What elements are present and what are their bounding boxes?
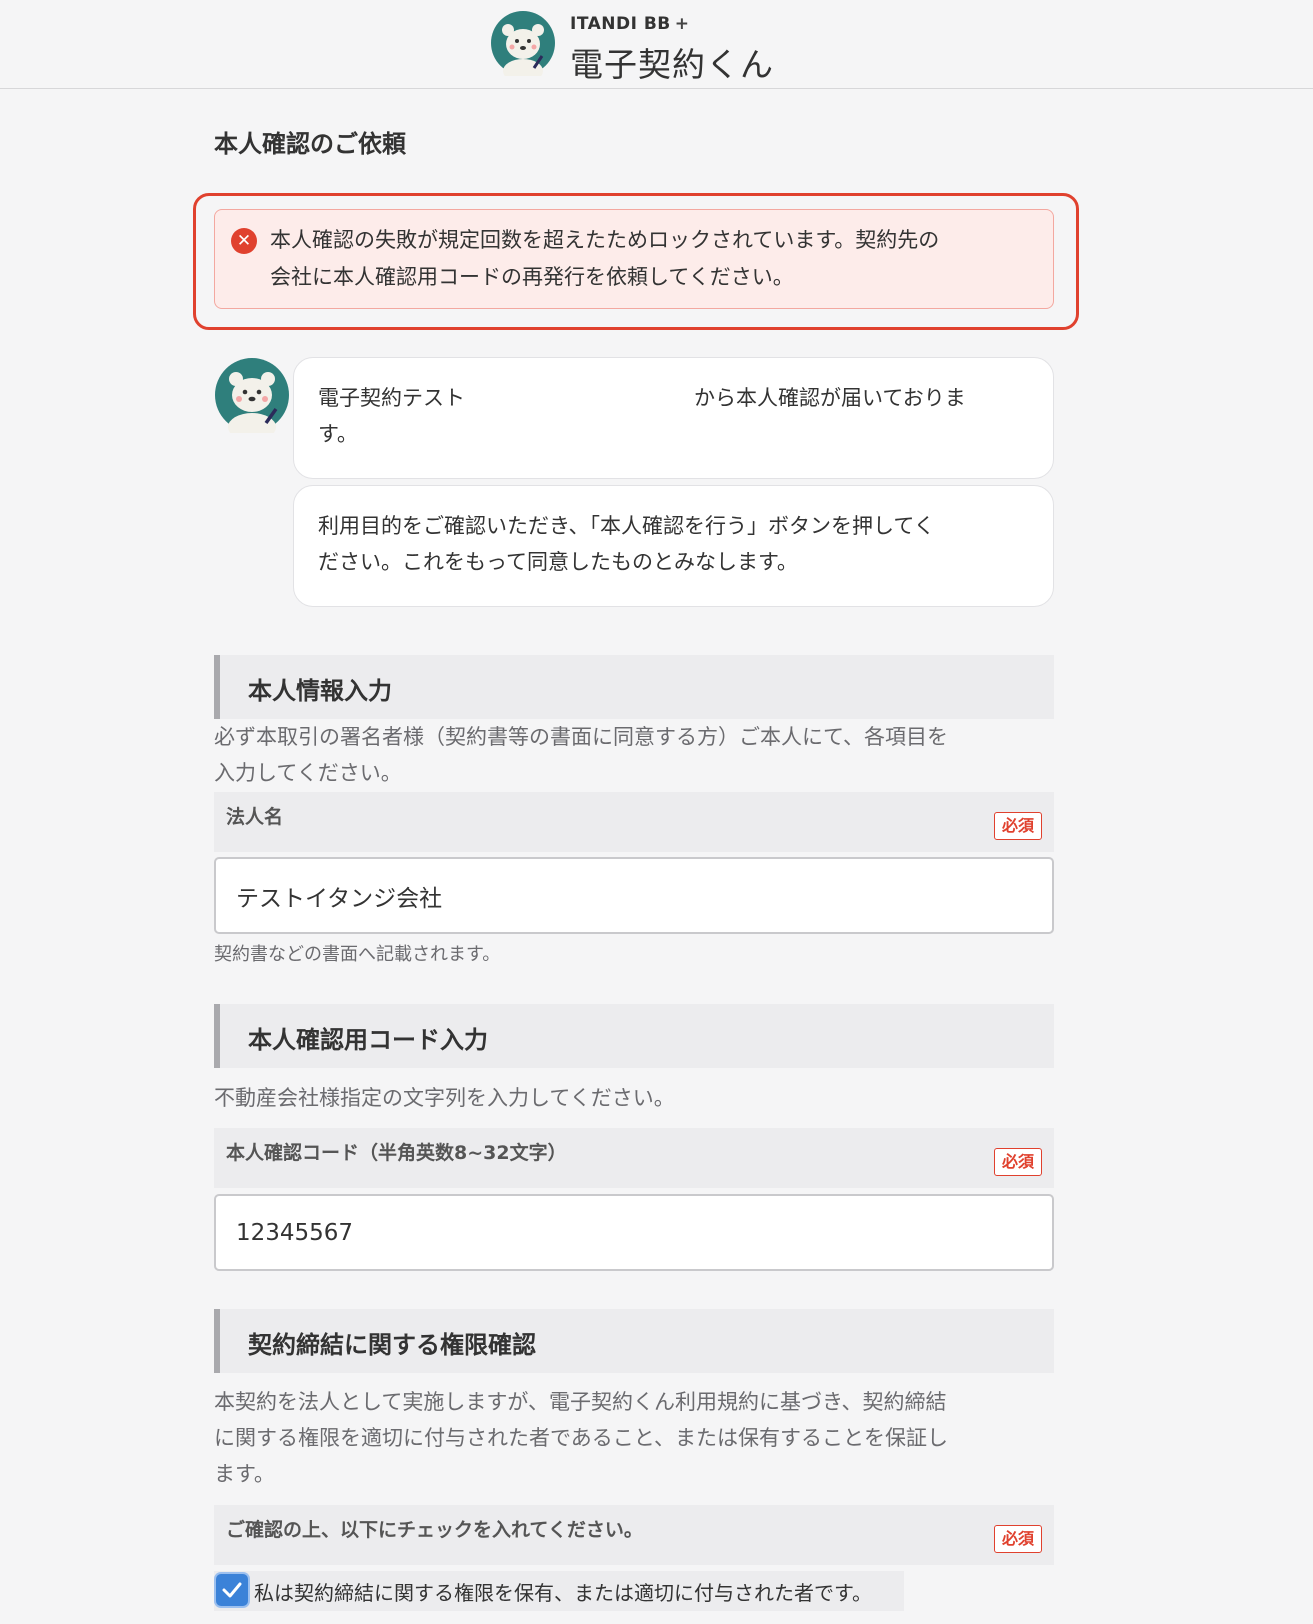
description-line: に関する権限を適切に付与された者であること、または保有することを保証し	[214, 1426, 948, 1450]
bubble-text: 電子契約テスト	[318, 386, 465, 410]
authority-checkbox-row[interactable]: 私は契約締結に関する権限を保有、または適切に付与された者です。	[214, 1571, 904, 1611]
bear-mascot-icon	[491, 11, 555, 76]
required-badge: 必須	[994, 812, 1042, 840]
section-title: 契約締結に関する権限確認	[248, 1331, 536, 1359]
alert-message: 本人確認の失敗が規定回数を超えたためロックされています。契約先の 会社に本人確認…	[270, 222, 1040, 296]
authority-checkbox[interactable]	[216, 1574, 248, 1606]
section-description: 不動産会社様指定の文字列を入力してください。	[214, 1086, 675, 1110]
bear-avatar-icon	[215, 358, 289, 433]
bubble-text: から本人確認が届いておりま	[694, 386, 966, 410]
logo[interactable]: ITANDI BB + 電子契約くん	[490, 10, 780, 84]
close-icon: ✕	[231, 228, 257, 254]
bubble-text: ださい。これをもって同意したものとみなします。	[318, 550, 798, 574]
description-line: 本契約を法人として実施しますが、電子契約くん利用規約に基づき、契約締結	[214, 1390, 947, 1414]
company-name-input[interactable]: テストイタンジ会社	[214, 857, 1054, 934]
section-title: 本人確認用コード入力	[248, 1026, 488, 1054]
verification-code-input[interactable]: 12345567	[214, 1194, 1054, 1271]
checkmark-icon	[222, 1582, 242, 1598]
description-line: 必ず本取引の署名者様（契約書等の書面に同意する方）ご本人にて、各項目を	[214, 725, 948, 749]
field-label-company: 法人名 必須	[214, 792, 1054, 852]
section-header-authority: 契約締結に関する権限確認	[214, 1309, 1054, 1373]
page-title: 本人確認のご依頼	[214, 130, 406, 158]
field-label: ご確認の上、以下にチェックを入れてください。	[226, 1519, 643, 1541]
field-label-authority-confirm: ご確認の上、以下にチェックを入れてください。 必須	[214, 1505, 1054, 1565]
description-line: 入力してください。	[214, 761, 402, 785]
section-title: 本人情報入力	[248, 677, 392, 705]
required-badge: 必須	[994, 1525, 1042, 1553]
brand-small: ITANDI BB +	[570, 14, 690, 34]
section-header-personal-info: 本人情報入力	[214, 655, 1054, 719]
header: ITANDI BB + 電子契約くん	[0, 0, 1313, 89]
section-description: 必ず本取引の署名者様（契約書等の書面に同意する方）ご本人にて、各項目を 入力して…	[214, 719, 1064, 791]
chat-bubble-instruction: 利用目的をご確認いただき、「本人確認を行う」ボタンを押してく ださい。これをもっ…	[293, 485, 1054, 607]
bubble-text: す。	[318, 422, 358, 446]
section-header-verification-code: 本人確認用コード入力	[214, 1004, 1054, 1068]
bubble-text: 利用目的をご確認いただき、「本人確認を行う」ボタンを押してく	[318, 514, 935, 538]
alert-line-1: 本人確認の失敗が規定回数を超えたためロックされています。契約先の	[270, 228, 940, 252]
brand-name: 電子契約くん	[570, 45, 774, 84]
section-description: 本契約を法人として実施しますが、電子契約くん利用規約に基づき、契約締結 に関する…	[214, 1384, 1064, 1492]
required-badge: 必須	[994, 1148, 1042, 1176]
field-hint: 契約書などの書面へ記載されます。	[214, 944, 501, 965]
description-line: ます。	[214, 1462, 275, 1486]
field-label: 本人確認コード（半角英数8~32文字）	[226, 1142, 567, 1164]
checkbox-label[interactable]: 私は契約締結に関する権限を保有、または適切に付与された者です。	[254, 1577, 872, 1606]
error-alert: ✕ 本人確認の失敗が規定回数を超えたためロックされています。契約先の 会社に本人…	[214, 209, 1054, 309]
field-label-verification-code: 本人確認コード（半角英数8~32文字） 必須	[214, 1128, 1054, 1188]
chat-bubble-notice: 電子契約テスト から本人確認が届いておりま す。	[293, 357, 1054, 479]
field-label: 法人名	[226, 806, 284, 828]
alert-line-2: 会社に本人確認用コードの再発行を依頼してください。	[270, 265, 794, 289]
